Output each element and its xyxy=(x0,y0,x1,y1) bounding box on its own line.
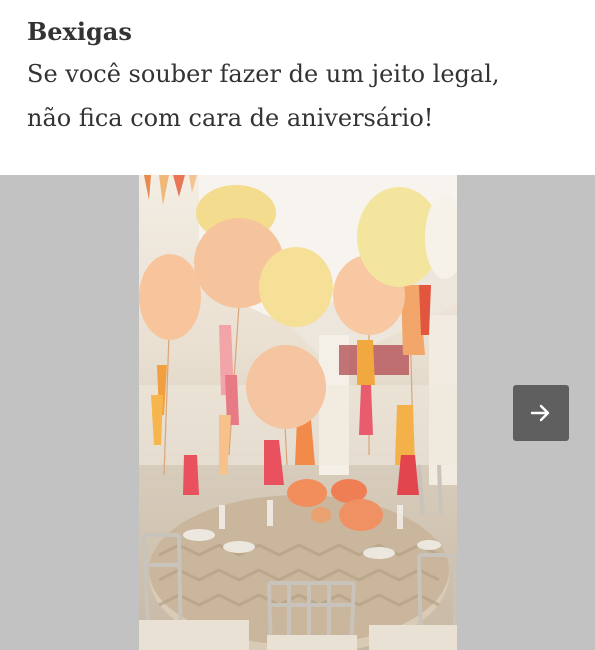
arrow-right-icon xyxy=(530,404,550,422)
balloon-table-illustration xyxy=(139,175,457,650)
image-gallery xyxy=(0,175,595,650)
caption-line-1: Se você souber fazer de um jeito legal, xyxy=(27,60,500,88)
post-heading: Bexigas xyxy=(27,17,132,46)
post-text: Bexigas Se você souber fazer de um jeito… xyxy=(27,14,577,140)
gallery-photo[interactable] xyxy=(139,175,457,650)
next-image-button[interactable] xyxy=(513,385,569,441)
post-caption: Se você souber fazer de um jeito legal, … xyxy=(27,52,577,140)
caption-line-2: não fica com cara de aniversário! xyxy=(27,104,434,132)
